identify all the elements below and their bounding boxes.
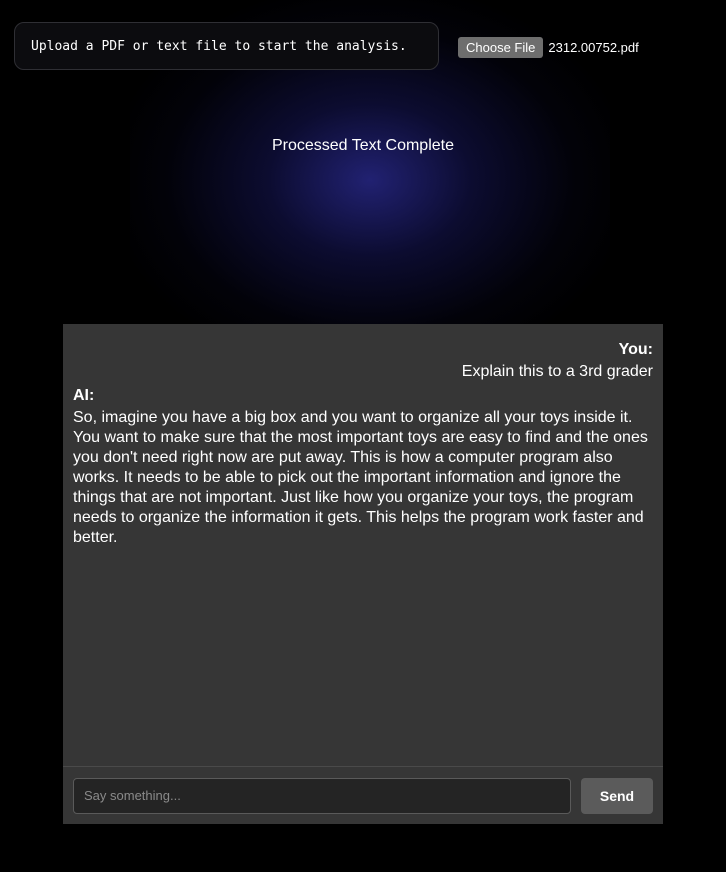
user-speaker-label: You: bbox=[618, 341, 653, 358]
send-button[interactable]: Send bbox=[581, 777, 653, 814]
chat-input-row: Send bbox=[63, 766, 663, 824]
selected-file-name: 2312.00752.pdf bbox=[548, 40, 639, 55]
choose-file-button[interactable]: Choose File bbox=[458, 37, 544, 58]
upload-prompt-text: Upload a PDF or text file to start the a… bbox=[31, 38, 407, 54]
ai-message: AI: So, imagine you have a big box and y… bbox=[73, 386, 653, 548]
chat-input[interactable] bbox=[73, 777, 571, 814]
ai-speaker-label: AI: bbox=[73, 387, 95, 404]
user-message-text: Explain this to a 3rd grader bbox=[461, 363, 653, 380]
processing-status: Processed Text Complete bbox=[271, 137, 454, 154]
chat-messages: You: Explain this to a 3rd grader AI: So… bbox=[63, 324, 663, 766]
chat-panel: You: Explain this to a 3rd grader AI: So… bbox=[63, 324, 663, 824]
file-input[interactable]: Choose File 2312.00752.pdf bbox=[458, 37, 639, 58]
ai-message-text: So, imagine you have a big box and you w… bbox=[73, 409, 648, 546]
user-message: You: Explain this to a 3rd grader bbox=[73, 340, 653, 382]
upload-prompt-box: Upload a PDF or text file to start the a… bbox=[14, 22, 439, 70]
